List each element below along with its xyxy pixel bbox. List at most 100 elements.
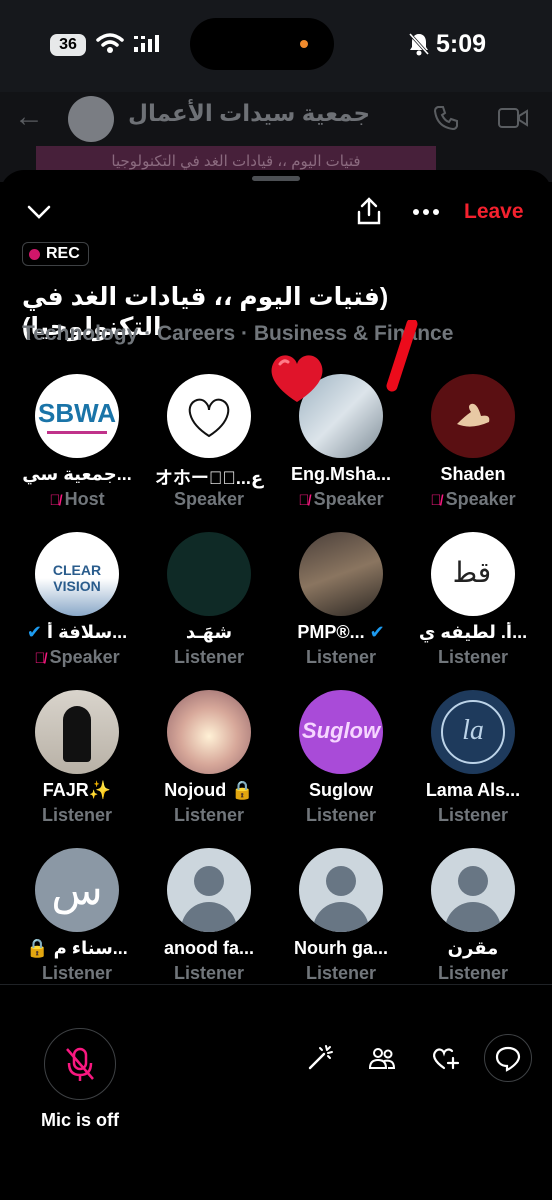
- avatar: [299, 532, 383, 616]
- magic-wand-icon[interactable]: [306, 1044, 334, 1072]
- avatar: س: [35, 848, 119, 932]
- participant-role: Listener: [41, 805, 113, 825]
- participant-name: Eng.Msha...: [290, 464, 391, 484]
- sheet-grabber[interactable]: [252, 176, 300, 181]
- participant-name: Suglow: [309, 780, 373, 800]
- avatar: la: [431, 690, 515, 774]
- participant-card[interactable]: PMP®... ✔ Listener: [275, 532, 407, 682]
- participant-name: Lama Als...: [425, 780, 521, 800]
- participant-card[interactable]: anood fa... Listener: [143, 848, 275, 998]
- participant-name: anood fa...: [164, 938, 254, 958]
- avatar: [167, 374, 251, 458]
- avatar: SBWA: [35, 374, 119, 458]
- participant-name: Shaden: [440, 464, 506, 484]
- participant-name: 🔒 سناء م...: [26, 938, 128, 958]
- chat-bubble-icon: [495, 1046, 521, 1072]
- mic-off-icon: 🎙̸: [49, 492, 61, 509]
- participant-role: Listener: [305, 963, 377, 983]
- participant-card[interactable]: ﻗﻄ أ. لطيفه ي... Listener: [407, 532, 539, 682]
- mic-off-icon: 🎙̸: [298, 492, 310, 509]
- chevron-down-icon[interactable]: [26, 204, 52, 220]
- share-icon[interactable]: [356, 196, 382, 226]
- silent-bell-icon: [408, 32, 430, 56]
- participant-card[interactable]: オホードُ...ع Speaker: [143, 374, 275, 524]
- video-icon[interactable]: [497, 106, 529, 130]
- participant-name: شهَـد: [185, 622, 233, 642]
- participant-role: 🎙̸ Host: [49, 489, 105, 509]
- avatar: [167, 532, 251, 616]
- participant-card[interactable]: مقرن Listener: [407, 848, 539, 998]
- avatar: CLEAR VISION: [35, 532, 119, 616]
- heart-plus-icon[interactable]: [430, 1044, 460, 1072]
- avatar: ﻗﻄ: [431, 532, 515, 616]
- recording-indicator-dot: [300, 40, 308, 48]
- participant-name: جمعية سي...: [22, 464, 132, 484]
- participant-card[interactable]: la Lama Als... Listener: [407, 690, 539, 840]
- more-options-icon[interactable]: [412, 208, 440, 216]
- mic-off-icon: 🎙̸: [430, 492, 442, 509]
- participant-name: أ. لطيفه ي...: [418, 622, 528, 642]
- chat-title: جمعية سيدات الأعمال: [128, 100, 371, 126]
- avatar-initial: س: [51, 866, 103, 913]
- mic-toggle-button[interactable]: [44, 1028, 116, 1100]
- avatar: [431, 374, 515, 458]
- mic-off-icon: 🎙̸: [34, 650, 46, 667]
- participant-name: オホードُ...ع: [154, 468, 264, 488]
- participant-card[interactable]: CLEAR VISION ✔ سلافة أ... 🎙̸ Speaker: [11, 532, 143, 682]
- participant-card[interactable]: Shaden 🎙̸ Speaker: [407, 374, 539, 524]
- participant-role: Listener: [173, 963, 245, 983]
- leave-button[interactable]: Leave: [464, 200, 524, 224]
- battery-indicator: 36: [50, 34, 86, 56]
- rec-dot-icon: [29, 248, 40, 260]
- avatar-calligraphy: ﻗﻄ: [454, 557, 492, 588]
- rec-label: REC: [46, 245, 80, 262]
- default-avatar-icon: [167, 848, 251, 932]
- dynamic-island: [190, 18, 334, 70]
- participant-role: Listener: [305, 647, 377, 667]
- lock-icon: 🔒: [226, 780, 254, 800]
- participant-card[interactable]: Nojoud 🔒 Listener: [143, 690, 275, 840]
- participant-card[interactable]: س 🔒 سناء م... Listener: [11, 848, 143, 998]
- verified-badge-icon: ✔: [26, 622, 47, 642]
- avatar: Suglow: [299, 690, 383, 774]
- space-sheet: Leave REC (فتيات اليوم ،، قيادات الغد في…: [0, 170, 552, 1200]
- wifi-icon: [96, 33, 124, 53]
- participant-card[interactable]: SBWA جمعية سي... 🎙̸ Host: [11, 374, 143, 524]
- participant-name: مقرن: [447, 938, 499, 958]
- phone-icon[interactable]: [432, 104, 460, 132]
- heart-emoji-icon: [271, 355, 323, 402]
- participant-card[interactable]: Suglow Suglow Listener: [275, 690, 407, 840]
- swan-icon: [457, 403, 490, 427]
- participant-card[interactable]: شهَـد Listener: [143, 532, 275, 682]
- group-avatar: [68, 96, 114, 142]
- chat-button[interactable]: [484, 1034, 532, 1082]
- avatar-logo-text: Suglow: [301, 718, 381, 743]
- participant-role: Listener: [173, 647, 245, 667]
- people-icon[interactable]: [368, 1044, 396, 1072]
- participant-role: Listener: [437, 647, 509, 667]
- avatar-logo-text: SBWA: [38, 398, 116, 428]
- participant-role: 🎙̸ Speaker: [430, 489, 516, 509]
- participant-name: FAJR✨: [42, 780, 112, 800]
- recording-badge: REC: [22, 242, 89, 266]
- lock-icon: 🔒: [26, 938, 54, 958]
- footer-divider: [0, 984, 552, 985]
- avatar: [167, 690, 251, 774]
- avatar: [35, 690, 119, 774]
- participant-role: Listener: [173, 805, 245, 825]
- participant-role: 🎙̸ Speaker: [34, 647, 120, 667]
- participant-role: Listener: [305, 805, 377, 825]
- participant-role: Listener: [41, 963, 113, 983]
- background-chat-header: ← جمعية سيدات الأعمال فتيات اليوم ،، قيا…: [0, 92, 552, 182]
- avatar-logo-text: CLEAR VISION: [52, 562, 102, 594]
- status-bar: 36 5:09: [0, 0, 552, 92]
- default-avatar-icon: [299, 848, 383, 932]
- participant-name: Nojoud 🔒: [164, 780, 254, 800]
- back-arrow-icon[interactable]: ←: [14, 100, 44, 134]
- participant-name: ✔ سلافة أ...: [26, 622, 128, 642]
- participant-name: PMP®... ✔: [297, 622, 385, 642]
- participant-card[interactable]: FAJR✨ Listener: [11, 690, 143, 840]
- default-avatar-icon: [431, 848, 515, 932]
- participant-card[interactable]: Nourh ga... Listener: [275, 848, 407, 998]
- participant-role: Listener: [437, 963, 509, 983]
